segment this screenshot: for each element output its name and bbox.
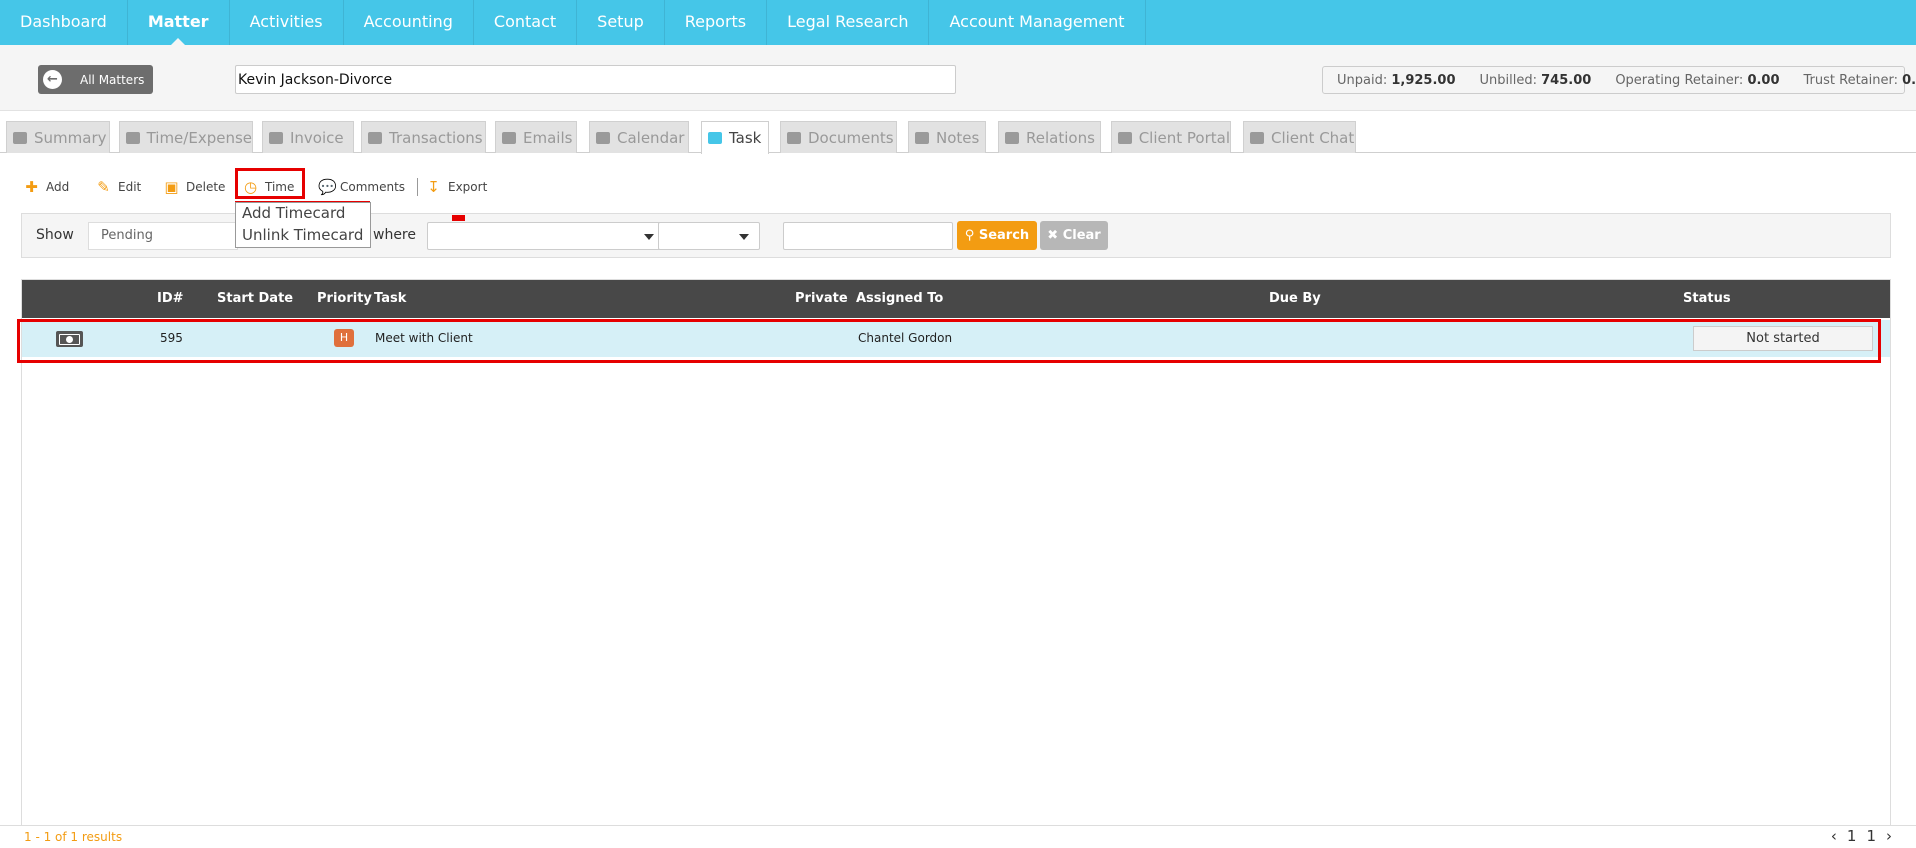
tab-time-expense[interactable]: Time/Expense xyxy=(119,121,253,153)
tab-summary[interactable]: Summary xyxy=(6,121,110,153)
all-matters-button[interactable]: ← All Matters xyxy=(38,65,153,94)
tab-relations[interactable]: Relations xyxy=(998,121,1101,153)
where-field-select[interactable] xyxy=(427,222,665,250)
status-badge[interactable]: Not started xyxy=(1693,326,1873,351)
matter-name-field[interactable] xyxy=(235,65,956,94)
prev-page-icon[interactable]: ‹ xyxy=(1831,827,1837,845)
operating-retainer-balance: Operating Retainer: 0.00 xyxy=(1615,72,1780,88)
chevron-down-icon xyxy=(644,234,654,240)
user-group-icon xyxy=(1118,131,1132,144)
balance-summary: Unpaid: 1,925.00 Unbilled: 745.00 Operat… xyxy=(1322,66,1916,94)
tasks-icon xyxy=(708,132,722,144)
next-page-icon[interactable]: › xyxy=(1886,827,1892,845)
folder-icon xyxy=(787,131,801,144)
close-icon: ✖ xyxy=(1047,228,1063,243)
nav-dashboard[interactable]: Dashboard xyxy=(0,0,128,45)
chevron-down-icon xyxy=(739,234,749,240)
trust-retainer-balance: Trust Retainer: 0.00 xyxy=(1803,72,1916,88)
total-pages: 1 xyxy=(1866,827,1876,845)
tab-transactions[interactable]: Transactions xyxy=(361,121,486,153)
dashboard-icon xyxy=(13,131,27,144)
delete-button[interactable]: ▣ Delete xyxy=(164,176,225,198)
grid-footer: 1 - 1 of 1 results ‹ 1 1 › xyxy=(0,825,1916,848)
users-icon xyxy=(1005,131,1019,144)
column-task[interactable]: Task xyxy=(374,291,406,306)
comments-icon xyxy=(1250,131,1264,144)
all-matters-label: All Matters xyxy=(80,72,145,87)
task-assigned-to: Chantel Gordon xyxy=(858,331,953,345)
money-bill-icon[interactable] xyxy=(56,331,83,347)
nav-setup[interactable]: Setup xyxy=(577,0,665,45)
current-page[interactable]: 1 xyxy=(1847,827,1857,845)
envelope-icon xyxy=(502,131,516,144)
column-status[interactable]: Status xyxy=(1683,291,1731,306)
column-due-by[interactable]: Due By xyxy=(1269,291,1321,306)
comments-button[interactable]: 💬 Comments xyxy=(318,176,405,198)
tab-client-portal[interactable]: Client Portal xyxy=(1111,121,1231,153)
plus-circle-icon: ✚ xyxy=(25,177,38,196)
file-icon xyxy=(915,131,929,144)
add-timecard-menu-item[interactable]: Add Timecard xyxy=(236,203,370,225)
where-operator-select[interactable] xyxy=(658,222,760,250)
column-assigned-to[interactable]: Assigned To xyxy=(856,291,943,306)
comment-icon: 💬 xyxy=(318,177,337,196)
clock-icon: ◷ xyxy=(243,177,258,196)
column-start-date[interactable]: Start Date xyxy=(217,291,293,306)
nav-reports[interactable]: Reports xyxy=(665,0,768,45)
pencil-icon: ✎ xyxy=(97,177,110,196)
clock-icon xyxy=(126,131,140,144)
clear-button[interactable]: ✖ Clear xyxy=(1040,221,1108,250)
nav-account-management[interactable]: Account Management xyxy=(929,0,1146,45)
tab-documents[interactable]: Documents xyxy=(780,121,897,153)
search-icon: ⚲ xyxy=(964,228,979,243)
export-button[interactable]: ↧ Export xyxy=(426,176,487,198)
annotation-mark xyxy=(452,215,465,221)
add-button[interactable]: ✚ Add xyxy=(24,176,69,198)
tab-emails[interactable]: Emails xyxy=(495,121,577,153)
column-private[interactable]: Private xyxy=(795,291,848,306)
nav-contact[interactable]: Contact xyxy=(474,0,578,45)
top-nav: Dashboard Matter Activities Accounting C… xyxy=(0,0,1916,45)
credit-card-icon xyxy=(368,131,382,144)
column-priority[interactable]: Priority xyxy=(317,291,372,306)
trash-icon: ▣ xyxy=(164,177,179,196)
show-label: Show xyxy=(36,227,74,243)
results-count: 1 - 1 of 1 results xyxy=(24,830,123,844)
column-id[interactable]: ID# xyxy=(157,291,184,306)
task-grid: ID# Start Date Priority Task Private Ass… xyxy=(21,279,1891,827)
nav-activities[interactable]: Activities xyxy=(230,0,344,45)
matter-header: ← All Matters Unpaid: 1,925.00 Unbilled:… xyxy=(0,45,1916,111)
unbilled-balance: Unbilled: 745.00 xyxy=(1479,72,1592,88)
priority-badge: H xyxy=(334,329,354,347)
where-label: where xyxy=(373,227,416,243)
nav-matter[interactable]: Matter xyxy=(128,0,230,45)
time-button[interactable]: ◷ Time xyxy=(243,176,294,198)
edit-button[interactable]: ✎ Edit xyxy=(96,176,141,198)
tab-client-chat[interactable]: Client Chat xyxy=(1243,121,1356,153)
tab-calendar[interactable]: Calendar xyxy=(589,121,689,153)
nav-legal-research[interactable]: Legal Research xyxy=(767,0,930,45)
unlink-timecard-menu-item[interactable]: Unlink Timecard xyxy=(236,225,370,247)
task-id: 595 xyxy=(160,331,183,345)
calculator-icon xyxy=(269,131,283,144)
tab-invoice[interactable]: Invoice xyxy=(262,121,354,153)
show-select[interactable]: Pending xyxy=(88,222,238,250)
tab-notes[interactable]: Notes xyxy=(908,121,986,153)
matter-tabs: Summary Time/Expense Invoice Transaction… xyxy=(0,119,1916,154)
search-button[interactable]: ⚲ Search xyxy=(957,221,1037,250)
search-input[interactable] xyxy=(783,222,953,250)
back-arrow-icon: ← xyxy=(43,70,62,89)
download-icon: ↧ xyxy=(427,177,440,196)
calendar-icon xyxy=(596,131,610,144)
grid-header: ID# Start Date Priority Task Private Ass… xyxy=(22,280,1890,318)
task-name: Meet with Client xyxy=(375,331,473,345)
pagination: ‹ 1 1 › xyxy=(1831,827,1892,845)
unpaid-balance: Unpaid: 1,925.00 xyxy=(1337,72,1456,88)
table-row[interactable]: 595 H Meet with Client Chantel Gordon No… xyxy=(22,320,1890,357)
task-toolbar: ✚ Add ✎ Edit ▣ Delete ◷ Time 💬 Comments ↧ Expo… xyxy=(0,172,600,202)
nav-accounting[interactable]: Accounting xyxy=(344,0,474,45)
tab-task[interactable]: Task xyxy=(701,121,769,154)
toolbar-divider xyxy=(417,178,418,196)
time-dropdown-menu: Add Timecard Unlink Timecard xyxy=(235,202,371,248)
